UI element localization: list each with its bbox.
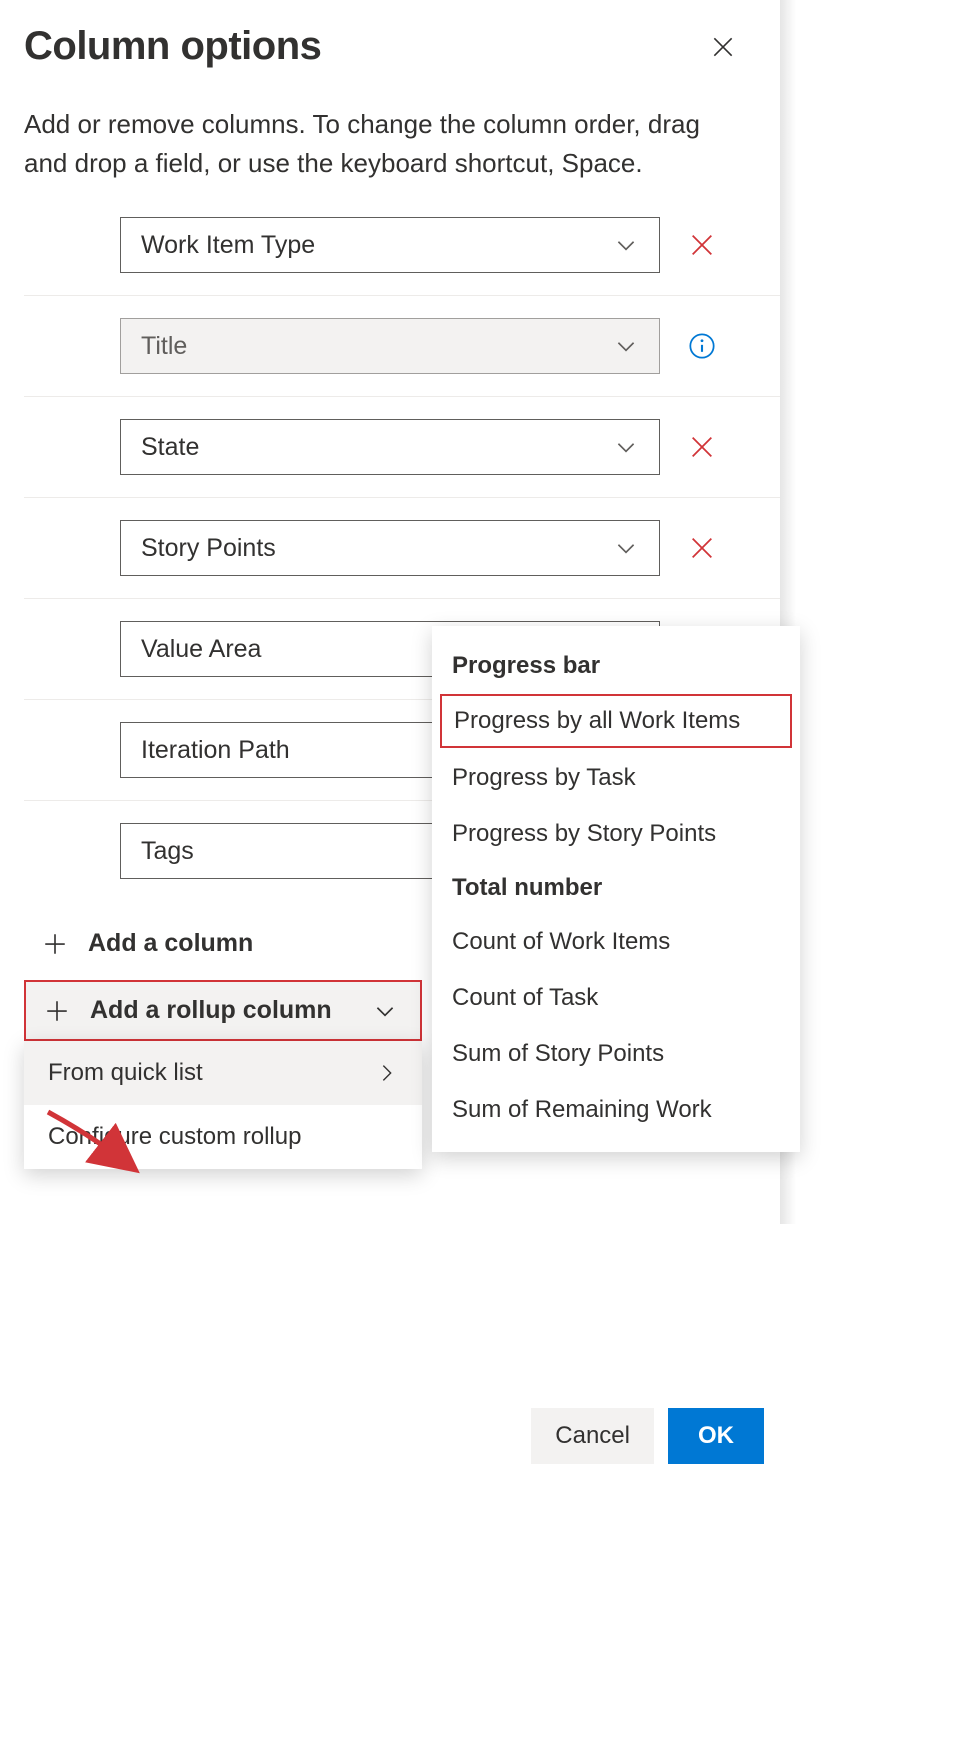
- column-label: Story Points: [141, 534, 276, 563]
- close-icon: [688, 534, 716, 562]
- info-button[interactable]: [682, 326, 722, 366]
- add-column-label: Add a column: [88, 929, 253, 958]
- chevron-down-icon: [372, 998, 398, 1024]
- panel-footer: Cancel OK: [531, 1408, 764, 1464]
- quicklist-item-progress-by-story-points[interactable]: Progress by Story Points: [432, 806, 800, 862]
- quicklist-item-label: Count of Work Items: [452, 928, 670, 955]
- quicklist-item-label: Sum of Story Points: [452, 1040, 664, 1067]
- quicklist-item-progress-by-task[interactable]: Progress by Task: [432, 750, 800, 806]
- panel-description: Add or remove columns. To change the col…: [24, 105, 780, 183]
- quicklist-item-count-work-items[interactable]: Count of Work Items: [432, 914, 800, 970]
- ok-button[interactable]: OK: [668, 1408, 764, 1464]
- remove-column-button[interactable]: [682, 528, 722, 568]
- chevron-down-icon: [613, 232, 639, 258]
- chevron-down-icon: [613, 333, 639, 359]
- rollup-item-label: From quick list: [48, 1059, 203, 1087]
- close-button[interactable]: [702, 26, 744, 68]
- column-row: Title: [24, 296, 780, 397]
- quicklist-item-label: Count of Task: [452, 984, 598, 1011]
- column-row: Story Points: [24, 498, 780, 599]
- quicklist-menu: Progress bar Progress by all Work Items …: [432, 626, 800, 1152]
- quicklist-item-count-task[interactable]: Count of Task: [432, 970, 800, 1026]
- rollup-item-label: Configure custom rollup: [48, 1123, 301, 1151]
- close-icon: [688, 231, 716, 259]
- plus-icon: [44, 998, 70, 1024]
- remove-column-button[interactable]: [682, 427, 722, 467]
- remove-column-button[interactable]: [682, 225, 722, 265]
- column-select-state[interactable]: State: [120, 419, 660, 475]
- column-label: Iteration Path: [141, 736, 290, 765]
- column-label: Tags: [141, 837, 194, 866]
- add-rollup-label: Add a rollup column: [90, 996, 332, 1025]
- column-label: Value Area: [141, 635, 261, 664]
- rollup-dropdown: From quick list Configure custom rollup: [24, 1041, 422, 1169]
- plus-icon: [42, 931, 68, 957]
- column-label: Title: [141, 332, 187, 361]
- chevron-down-icon: [613, 434, 639, 460]
- rollup-item-from-quick-list[interactable]: From quick list: [24, 1041, 422, 1105]
- panel-title: Column options: [24, 24, 321, 69]
- column-options-panel: Column options Add or remove columns. To…: [0, 0, 780, 1480]
- column-select-story-points[interactable]: Story Points: [120, 520, 660, 576]
- add-column-button[interactable]: Add a column: [24, 907, 271, 980]
- quicklist-item-label: Sum of Remaining Work: [452, 1096, 712, 1123]
- quicklist-item-label: Progress by Story Points: [452, 820, 716, 847]
- quicklist-item-label: Progress by Task: [452, 764, 636, 791]
- quicklist-item-label: Progress by all Work Items: [454, 707, 740, 734]
- column-label: Work Item Type: [141, 231, 315, 260]
- panel-header: Column options: [24, 24, 780, 69]
- info-icon: [688, 332, 716, 360]
- column-row: Work Item Type: [24, 217, 780, 296]
- close-icon: [688, 433, 716, 461]
- quicklist-header-total: Total number: [432, 862, 800, 914]
- chevron-down-icon: [613, 535, 639, 561]
- quicklist-item-sum-story-points[interactable]: Sum of Story Points: [432, 1026, 800, 1082]
- quicklist-item-sum-remaining-work[interactable]: Sum of Remaining Work: [432, 1082, 800, 1138]
- cancel-button[interactable]: Cancel: [531, 1408, 654, 1464]
- column-select-title[interactable]: Title: [120, 318, 660, 374]
- column-row: State: [24, 397, 780, 498]
- column-label: State: [141, 433, 199, 462]
- chevron-right-icon: [376, 1062, 398, 1084]
- add-rollup-column-button[interactable]: Add a rollup column: [24, 980, 422, 1041]
- close-icon: [710, 34, 736, 60]
- quicklist-item-progress-all-work-items[interactable]: Progress by all Work Items: [440, 694, 792, 748]
- column-select-work-item-type[interactable]: Work Item Type: [120, 217, 660, 273]
- rollup-item-configure-custom[interactable]: Configure custom rollup: [24, 1105, 422, 1169]
- quicklist-header-progress: Progress bar: [432, 640, 800, 692]
